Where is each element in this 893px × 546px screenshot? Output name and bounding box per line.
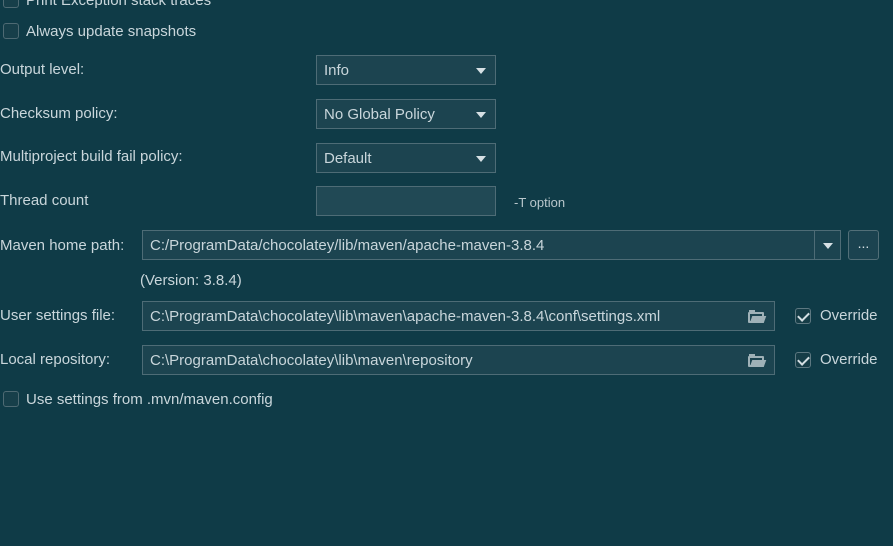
folder-icon[interactable] <box>748 354 767 368</box>
user-settings-file-value: C:\ProgramData\chocolatey\lib\maven\apac… <box>150 308 661 325</box>
maven-home-path-label: Maven home path: <box>0 237 125 254</box>
maven-home-path-combo[interactable]: C:/ProgramData/chocolatey/lib/maven/apac… <box>142 230 841 260</box>
user-settings-file-input[interactable]: C:\ProgramData\chocolatey\lib\maven\apac… <box>142 301 775 331</box>
local-repository-override-label: Override <box>820 351 878 368</box>
thread-count-label: Thread count <box>0 192 89 209</box>
output-level-value: Info <box>324 62 350 79</box>
local-repository-label: Local repository: <box>0 351 111 368</box>
maven-settings-panel: Print Exception stack traces Always upda… <box>0 0 893 546</box>
local-repository-value: C:\ProgramData\chocolatey\lib\maven\repo… <box>150 352 473 369</box>
local-repository-input[interactable]: C:\ProgramData\chocolatey\lib\maven\repo… <box>142 345 775 375</box>
chevron-down-icon <box>476 156 486 162</box>
local-repository-override-checkbox[interactable] <box>795 352 811 368</box>
maven-home-path-value: C:/ProgramData/chocolatey/lib/maven/apac… <box>150 237 545 254</box>
output-level-label: Output level: <box>0 61 85 78</box>
thread-count-input[interactable] <box>316 186 496 216</box>
thread-count-hint: -T option <box>514 195 566 210</box>
user-settings-file-label: User settings file: <box>0 307 116 324</box>
checksum-policy-dropdown[interactable]: No Global Policy <box>316 99 496 129</box>
print-exception-stack-traces-checkbox[interactable] <box>3 0 19 8</box>
use-mvn-config-label: Use settings from .mvn/maven.config <box>26 391 273 408</box>
folder-icon[interactable] <box>748 310 767 324</box>
maven-home-path-dropdown-button[interactable] <box>814 231 840 259</box>
maven-home-browse-button[interactable]: ... <box>848 230 879 260</box>
chevron-down-icon <box>476 68 486 74</box>
user-settings-override-checkbox[interactable] <box>795 308 811 324</box>
multiproject-build-fail-policy-dropdown[interactable]: Default <box>316 143 496 173</box>
chevron-down-icon <box>476 112 486 118</box>
always-update-snapshots-label: Always update snapshots <box>26 23 197 40</box>
checksum-policy-value: No Global Policy <box>324 106 435 123</box>
maven-version-label: (Version: 3.8.4) <box>140 272 242 289</box>
print-exception-stack-traces-label: Print Exception stack traces <box>26 0 212 9</box>
user-settings-override-label: Override <box>820 307 878 324</box>
chevron-down-icon <box>823 243 833 249</box>
multiproject-build-fail-policy-label: Multiproject build fail policy: <box>0 148 183 165</box>
multiproject-build-fail-policy-value: Default <box>324 150 372 167</box>
checksum-policy-label: Checksum policy: <box>0 105 118 122</box>
always-update-snapshots-checkbox[interactable] <box>3 23 19 39</box>
use-mvn-config-checkbox[interactable] <box>3 391 19 407</box>
output-level-dropdown[interactable]: Info <box>316 55 496 85</box>
